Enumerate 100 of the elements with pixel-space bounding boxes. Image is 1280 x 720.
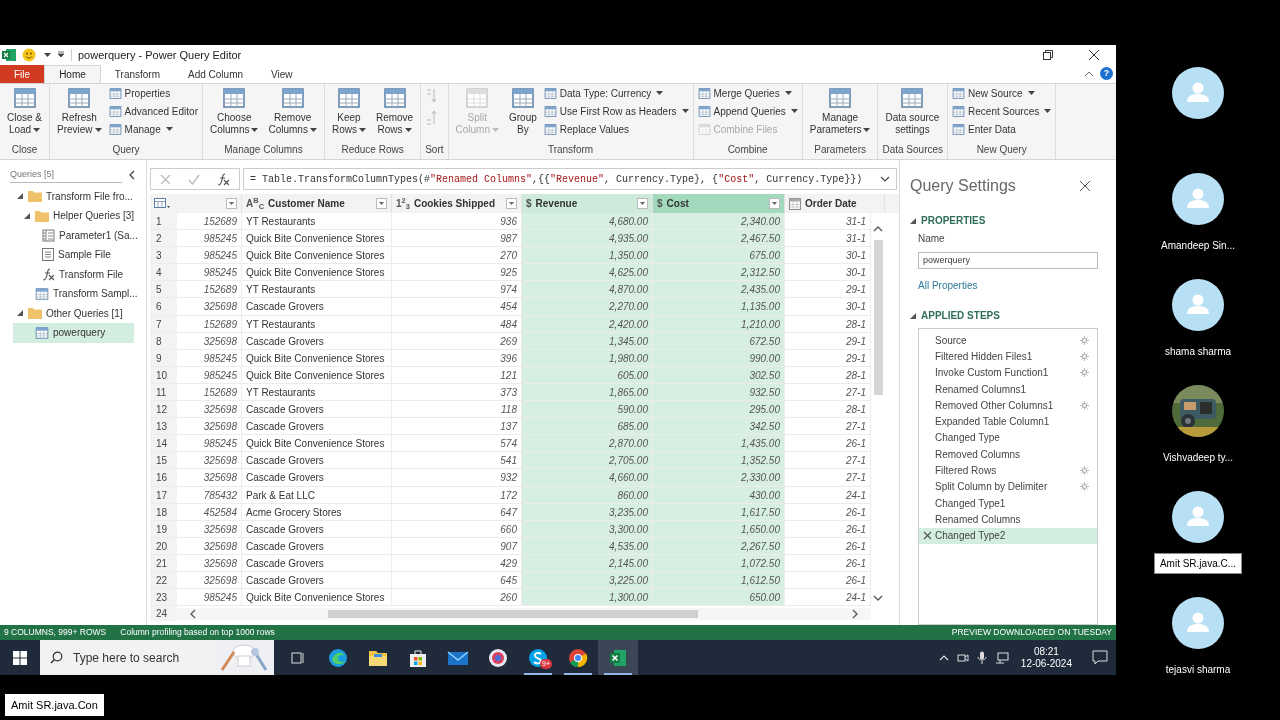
- section-heading: APPLIED STEPS: [921, 309, 1000, 323]
- caret-icon: [229, 202, 234, 205]
- filter-dropdown-button[interactable]: [376, 198, 387, 209]
- expanded-icon[interactable]: [17, 193, 23, 200]
- smiley-icon[interactable]: [22, 48, 36, 62]
- expanded-icon[interactable]: [910, 312, 916, 319]
- query-item[interactable]: Helper Queries [3]: [13, 206, 134, 226]
- ribbon-tab[interactable]: Add Column: [174, 65, 258, 83]
- ribbon-button[interactable]: Merge Queries: [697, 86, 798, 101]
- customize-icon[interactable]: [57, 51, 65, 59]
- caret-icon: [358, 127, 366, 133]
- ribbon-button[interactable]: Manage: [108, 122, 198, 137]
- query-item[interactable]: powerquery: [13, 323, 134, 343]
- column-header[interactable]: $ Revenue: [522, 194, 653, 213]
- ribbon-button[interactable]: Close & Load: [4, 84, 45, 136]
- horizontal-scrollbar[interactable]: [177, 607, 871, 620]
- expanded-icon[interactable]: [24, 212, 30, 219]
- table-icon: [280, 86, 305, 110]
- applied-step[interactable]: Removed Columns: [919, 446, 1097, 463]
- ribbon-tab[interactable]: View: [257, 65, 307, 83]
- document-icon: [42, 248, 54, 262]
- ribbon-button[interactable]: Enter Data: [952, 122, 1052, 137]
- filter-dropdown-button[interactable]: [506, 198, 517, 209]
- applied-step[interactable]: Expanded Table Column1: [919, 413, 1097, 430]
- ribbon-button[interactable]: Manage Parameters: [806, 84, 874, 136]
- camera-icon[interactable]: [956, 651, 969, 664]
- ribbon-button[interactable]: Group By: [506, 84, 540, 136]
- step-label: Removed Columns: [935, 447, 1022, 462]
- applied-step[interactable]: Changed Type: [919, 429, 1097, 447]
- ribbon-tab[interactable]: File: [0, 65, 45, 83]
- applied-step[interactable]: Split Column by Delimiter: [919, 478, 1097, 495]
- help-button[interactable]: ?: [1100, 67, 1113, 80]
- column-header[interactable]: $ Cost: [653, 194, 785, 213]
- queries-title: Queries [5]: [10, 168, 122, 183]
- caret-icon: [784, 91, 792, 96]
- ribbon-tab[interactable]: Home: [44, 65, 101, 83]
- notification-icon[interactable]: [1092, 650, 1108, 665]
- ribbon-tab[interactable]: Transform: [100, 65, 174, 83]
- step-label: Filtered Rows: [935, 464, 998, 478]
- ribbon-button[interactable]: New Source: [952, 86, 1052, 101]
- close-icon[interactable]: [1080, 181, 1090, 191]
- filter-dropdown-button[interactable]: [637, 198, 648, 209]
- chevron-down-icon[interactable]: [873, 595, 883, 603]
- ribbon-group-label: Manage Columns: [223, 143, 304, 157]
- all-properties-link[interactable]: All Properties: [918, 278, 1098, 293]
- query-item[interactable]: Transform File fro...: [13, 186, 134, 206]
- caret-icon: [44, 52, 51, 58]
- applied-step[interactable]: Filtered Rows: [919, 462, 1097, 479]
- query-item[interactable]: Sample File: [13, 245, 134, 265]
- chevron-up-icon[interactable]: [873, 225, 883, 232]
- table-icon: [35, 286, 49, 301]
- data-type-icon[interactable]: $: [657, 196, 663, 211]
- filter-dropdown-button[interactable]: [226, 198, 237, 209]
- delete-icon[interactable]: [923, 531, 932, 541]
- applied-step[interactable]: Invoke Custom Function1: [919, 364, 1097, 381]
- applied-step[interactable]: Changed Type2: [919, 527, 1097, 544]
- ribbon-button[interactable]: Remove Columns: [265, 84, 320, 136]
- query-item[interactable]: Other Queries [1]: [13, 303, 134, 323]
- chevron-left-icon[interactable]: [189, 608, 196, 619]
- table-icon: [828, 86, 853, 110]
- expanded-icon[interactable]: [17, 310, 23, 317]
- collapse-pane-icon[interactable]: [128, 170, 136, 181]
- ribbon-button[interactable]: Recent Sources: [952, 104, 1052, 119]
- network-icon[interactable]: [994, 651, 1009, 664]
- table-cell: 650.00: [653, 589, 785, 606]
- applied-step[interactable]: Renamed Columns1: [919, 380, 1097, 398]
- ribbon-button[interactable]: Remove Rows: [372, 84, 417, 136]
- ribbon-button[interactable]: Data Type: Currency: [543, 86, 689, 101]
- scrollbar-thumb[interactable]: [873, 240, 883, 395]
- scrollbar-thumb[interactable]: [328, 609, 698, 618]
- ribbon-button[interactable]: Refresh Preview: [54, 84, 105, 136]
- applied-step[interactable]: Changed Type1: [919, 494, 1097, 512]
- check-icon[interactable]: [188, 173, 200, 185]
- ribbon-button[interactable]: Append Queries: [697, 104, 798, 119]
- ribbon-button[interactable]: Replace Values: [543, 122, 689, 137]
- applied-step[interactable]: Removed Other Columns1: [919, 397, 1097, 414]
- applied-step[interactable]: Filtered Hidden Files1: [919, 348, 1097, 365]
- field-label: Name: [918, 232, 946, 246]
- ribbon-button[interactable]: Properties: [108, 86, 198, 101]
- expanded-icon[interactable]: [910, 217, 916, 224]
- ribbon-button[interactable]: Data source settings: [882, 84, 943, 136]
- formula-bar[interactable]: = Table.TransformColumnTypes(#"Renamed Columns",{{"Revenue", Currency.Type}, {"Cost", Currency.Type}}): [243, 168, 897, 190]
- function-icon[interactable]: [217, 172, 231, 186]
- ribbon-button[interactable]: Use First Row as Headers: [543, 104, 689, 119]
- applied-step[interactable]: Renamed Columns: [919, 511, 1097, 528]
- chevron-right-icon[interactable]: [852, 608, 859, 619]
- table-icon: [900, 86, 925, 110]
- ribbon-button[interactable]: Keep Rows: [328, 84, 369, 136]
- data-type-icon[interactable]: $: [526, 196, 532, 211]
- microphone-icon[interactable]: [976, 651, 987, 664]
- ribbon-button[interactable]: Advanced Editor: [108, 104, 198, 119]
- chevron-down-icon[interactable]: [880, 175, 890, 183]
- applied-step[interactable]: Source: [919, 332, 1097, 349]
- row-number: 12: [150, 401, 177, 418]
- collapse-ribbon-icon[interactable]: [1084, 69, 1094, 79]
- table-menu-icon[interactable]: [154, 198, 170, 209]
- ribbon-button[interactable]: Choose Columns: [207, 84, 262, 136]
- query-item[interactable]: Transform File: [13, 264, 134, 284]
- name-field[interactable]: powerquery: [918, 251, 1098, 269]
- filter-dropdown-button[interactable]: [769, 198, 780, 209]
